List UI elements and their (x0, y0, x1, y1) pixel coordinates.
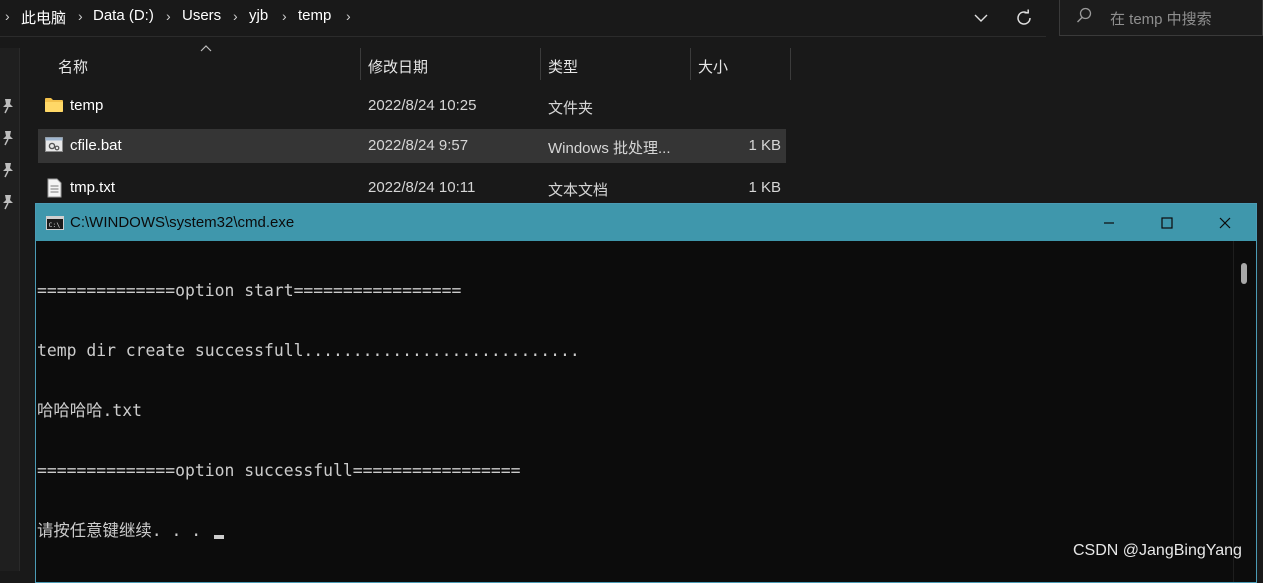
chevron-right-icon[interactable]: › (78, 8, 83, 24)
navigation-pane[interactable] (0, 48, 20, 571)
chevron-right-icon[interactable]: › (346, 8, 351, 24)
pin-icon[interactable] (1, 194, 15, 210)
pin-icon[interactable] (1, 130, 15, 146)
console-line: 请按任意键继续. . . (37, 521, 211, 540)
column-header-name-label: 名称 (58, 59, 89, 76)
column-header-size-label: 大小 (698, 59, 729, 76)
close-button[interactable] (1196, 204, 1254, 241)
search-placeholder: 在 temp 中搜索 (1110, 11, 1212, 28)
column-header-type-label: 类型 (548, 59, 579, 76)
close-icon (1219, 217, 1231, 228)
column-divider[interactable] (690, 48, 691, 80)
console-output[interactable]: ==============option start==============… (37, 241, 1232, 582)
refresh-button[interactable] (1010, 4, 1038, 32)
vertical-scrollbar[interactable] (1233, 241, 1256, 582)
refresh-icon (1017, 9, 1031, 25)
svg-text:C:\: C:\ (49, 221, 61, 229)
file-date: 2022/8/24 10:11 (368, 179, 476, 196)
column-header-date-label: 修改日期 (368, 59, 429, 76)
file-type: 文件夹 (548, 100, 594, 117)
file-date: 2022/8/24 9:57 (368, 137, 469, 154)
pin-icon[interactable] (1, 162, 15, 178)
chevron-right-icon[interactable]: › (5, 8, 10, 24)
cmd-app-icon[interactable]: C:\ (46, 216, 64, 230)
minimize-icon (1104, 221, 1114, 224)
column-divider[interactable] (790, 48, 791, 80)
console-line: temp dir create successfull.............… (37, 341, 580, 360)
search-input[interactable]: 在 temp 中搜索 (1059, 0, 1263, 36)
watermark: CSDN @JangBingYang (1073, 542, 1242, 559)
chevron-down-icon (974, 14, 988, 22)
file-size: 1 KB (748, 179, 781, 196)
file-name: temp (70, 97, 104, 114)
file-type: Windows 批处理... (548, 140, 671, 157)
breadcrumb-drive-d[interactable]: Data (D:) (93, 7, 154, 24)
breadcrumb-yjb[interactable]: yjb (249, 7, 268, 24)
file-name: tmp.txt (70, 179, 116, 196)
breadcrumb-users[interactable]: Users (182, 7, 221, 24)
file-date: 2022/8/24 10:25 (368, 97, 477, 114)
search-icon (1074, 6, 1094, 30)
file-row[interactable]: temp 2022/8/24 10:25 文件夹 (38, 89, 786, 123)
breadcrumb-temp[interactable]: temp (298, 7, 331, 24)
file-row-selected[interactable]: cfile.bat 2022/8/24 9:57 Windows 批处理... … (38, 129, 786, 163)
file-name: cfile.bat (70, 137, 122, 154)
sort-ascending-icon (200, 45, 212, 52)
text-file-icon (47, 178, 62, 198)
file-row[interactable]: tmp.txt 2022/8/24 10:11 文本文档 1 KB (38, 171, 786, 205)
column-divider[interactable] (540, 48, 541, 80)
address-bar[interactable]: › 此电脑 › Data (D:) › Users › yjb › temp › (0, 0, 1046, 37)
batch-file-icon (45, 137, 63, 152)
console-line: ==============option start==============… (37, 281, 462, 300)
cmd-window-title: C:\WINDOWS\system32\cmd.exe (70, 214, 295, 231)
maximize-icon (1161, 216, 1173, 229)
history-dropdown-button[interactable] (967, 4, 995, 32)
console-line: ==============option successfull========… (37, 461, 521, 480)
pin-icon[interactable] (1, 98, 15, 114)
cmd-title-bar[interactable]: C:\ C:\WINDOWS\system32\cmd.exe (36, 204, 1256, 241)
breadcrumb-this-pc[interactable]: 此电脑 (21, 7, 66, 28)
chevron-right-icon[interactable]: › (282, 8, 287, 24)
file-type: 文本文档 (548, 182, 609, 199)
chevron-right-icon[interactable]: › (166, 8, 171, 24)
console-line: 哈哈哈哈.txt (37, 401, 143, 420)
folder-icon (45, 98, 63, 112)
text-cursor (213, 535, 224, 539)
column-divider[interactable] (360, 48, 361, 80)
maximize-button[interactable] (1138, 204, 1196, 241)
file-size: 1 KB (748, 137, 781, 154)
cmd-window[interactable]: C:\ C:\WINDOWS\system32\cmd.exe ========… (35, 203, 1257, 583)
minimize-button[interactable] (1080, 204, 1138, 241)
chevron-right-icon[interactable]: › (233, 8, 238, 24)
scrollbar-thumb[interactable] (1241, 263, 1247, 284)
